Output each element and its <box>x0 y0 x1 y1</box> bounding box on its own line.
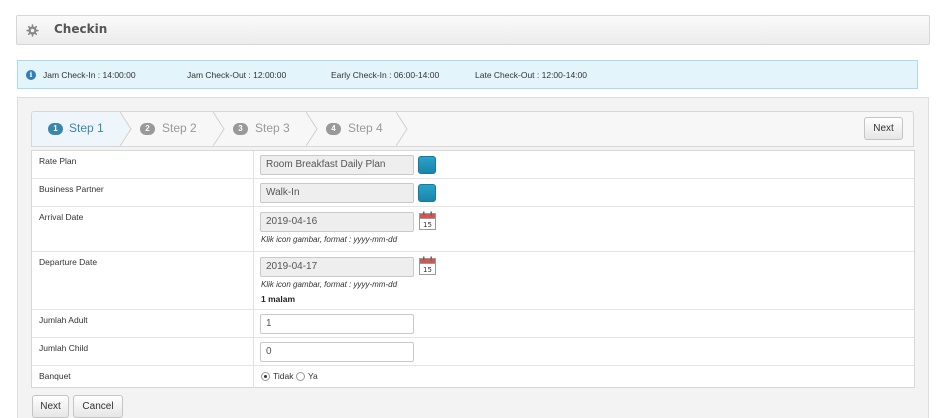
form-row-adult: Jumlah Adult 1 <box>32 310 914 338</box>
wizard-step-2[interactable]: 2 Step 2 <box>132 112 212 146</box>
checkout-time-text: Jam Check-Out : 12:00:00 <box>187 70 287 80</box>
info-icon: i <box>26 70 36 80</box>
checkin-info-bar: i Jam Check-In : 14:00:00 Jam Check-Out … <box>17 60 918 89</box>
wizard-step-3[interactable]: 3 Step 3 <box>225 112 305 146</box>
departure-date-field[interactable]: 2019-04-17 <box>260 257 414 277</box>
step-label: Step 3 <box>255 121 290 135</box>
business-partner-lookup-button[interactable] <box>418 184 436 202</box>
gear-icon <box>26 24 39 37</box>
step-label: Step 2 <box>162 121 197 135</box>
arrival-date-label: Arrival Date <box>39 212 84 222</box>
child-input[interactable]: 0 <box>260 342 414 362</box>
wizard-step-1[interactable]: 1 Step 1 <box>32 112 120 146</box>
business-partner-field[interactable]: Walk-In <box>260 183 414 203</box>
adult-label: Jumlah Adult <box>39 315 88 325</box>
form-row-arrival-date: Arrival Date 2019-04-16 15 Klik icon gam… <box>32 207 914 252</box>
rate-plan-field[interactable]: Room Breakfast Daily Plan <box>260 155 414 175</box>
late-checkout-text: Late Check-Out : 12:00-14:00 <box>475 70 587 80</box>
arrival-calendar-icon[interactable]: 15 <box>419 211 436 230</box>
calendar-day-text: 15 <box>423 221 432 229</box>
banquet-ya-label: Ya <box>308 371 318 381</box>
banquet-tidak-radio[interactable] <box>261 372 270 381</box>
nights-count: 1 malam <box>261 294 296 304</box>
form-row-banquet: Banquet Tidak Ya <box>32 366 914 388</box>
wizard-next-button[interactable]: Next <box>864 117 903 140</box>
form-row-child: Jumlah Child 0 <box>32 338 914 366</box>
step-number: 4 <box>326 123 341 135</box>
form-row-rate-plan: Rate Plan Room Breakfast Daily Plan <box>32 151 914 179</box>
wizard-steps: 1 Step 1 2 Step 2 3 Step 3 4 Step 4 <box>31 111 914 147</box>
banquet-ya-radio[interactable] <box>296 372 305 381</box>
checkin-form: Rate Plan Room Breakfast Daily Plan Busi… <box>31 150 915 388</box>
next-button[interactable]: Next <box>32 395 69 418</box>
step-number: 3 <box>233 123 248 135</box>
adult-input[interactable]: 1 <box>260 314 414 334</box>
banquet-tidak-label: Tidak <box>273 371 294 381</box>
checkin-time-text: Jam Check-In : 14:00:00 <box>43 70 136 80</box>
step-separator <box>306 112 318 146</box>
arrival-date-field[interactable]: 2019-04-16 <box>260 212 414 232</box>
step-number: 2 <box>140 123 155 135</box>
step-separator <box>396 112 408 146</box>
departure-date-label: Departure Date <box>39 257 98 267</box>
business-partner-label: Business Partner <box>39 184 104 194</box>
form-row-business-partner: Business Partner Walk-In <box>32 179 914 207</box>
form-row-departure-date: Departure Date 2019-04-17 15 Klik icon g… <box>32 252 914 310</box>
wizard-step-4[interactable]: 4 Step 4 <box>318 112 398 146</box>
departure-calendar-icon[interactable]: 15 <box>419 256 436 275</box>
step-separator <box>120 112 132 146</box>
page-title: Checkin <box>54 22 108 36</box>
step-label: Step 1 <box>69 121 104 135</box>
child-label: Jumlah Child <box>39 343 89 353</box>
page-header: Checkin <box>16 15 930 45</box>
departure-date-hint: Klik icon gambar, format : yyyy-mm-dd <box>261 280 398 289</box>
arrival-date-hint: Klik icon gambar, format : yyyy-mm-dd <box>261 235 398 244</box>
step-number: 1 <box>48 123 63 135</box>
step-separator <box>213 112 225 146</box>
calendar-day-text: 15 <box>423 266 432 274</box>
rate-plan-lookup-button[interactable] <box>418 156 436 174</box>
rate-plan-label: Rate Plan <box>39 156 77 166</box>
step-label: Step 4 <box>348 121 383 135</box>
cancel-button[interactable]: Cancel <box>73 395 123 418</box>
early-checkin-text: Early Check-In : 06:00-14:00 <box>331 70 440 80</box>
banquet-label: Banquet <box>39 371 71 381</box>
